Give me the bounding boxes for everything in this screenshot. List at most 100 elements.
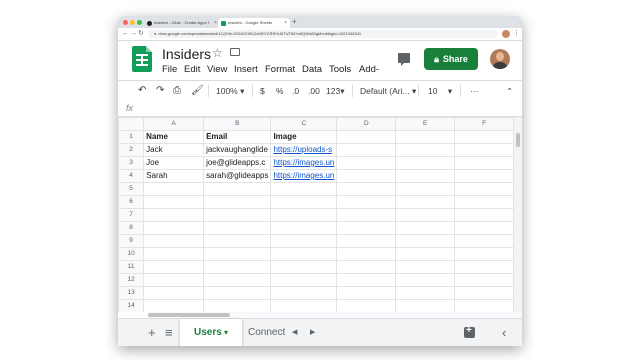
side-panel-toggle-icon[interactable]: ‹ [502,319,506,346]
cell[interactable]: Email [203,130,272,144]
close-tab-icon[interactable]: × [284,18,287,28]
cell[interactable] [454,130,514,144]
row-header[interactable]: 12 [118,273,145,287]
cell[interactable]: https://images.un [270,169,338,183]
cell[interactable] [395,156,456,170]
print-icon[interactable]: ⎙ [173,81,181,101]
cell[interactable] [270,299,338,312]
menu-data[interactable]: Data [302,64,322,75]
cell[interactable] [203,195,272,209]
cell[interactable] [395,208,456,222]
row-header[interactable]: 7 [118,208,145,222]
cell[interactable] [143,299,205,312]
all-sheets-button[interactable]: ≡ [165,319,173,346]
more-toolbar-icon[interactable]: ··· [470,81,479,101]
menu-edit[interactable]: Edit [184,64,200,75]
formula-bar[interactable]: fx [118,101,522,117]
cell[interactable] [270,221,338,235]
vertical-scrollbar[interactable] [514,117,522,312]
cell[interactable]: Jack [143,143,205,157]
sheet-tab-connect[interactable]: Connect [248,319,285,346]
more-formats-select[interactable]: 123▾ [326,81,344,101]
cell[interactable] [336,221,397,235]
row-header[interactable]: 5 [118,182,145,196]
column-header[interactable]: C [270,117,338,131]
cell[interactable] [336,260,397,274]
comment-history-icon[interactable] [398,53,410,66]
paint-format-icon[interactable]: 🖌︎ [191,81,204,101]
document-title[interactable]: Insiders [162,46,211,62]
cell[interactable] [454,208,514,222]
address-bar[interactable]: ● docs.google.com/spreadsheets/d/1C(K9b-G… [148,30,498,38]
cell[interactable]: sarah@glideapps [203,169,272,183]
cell[interactable] [395,247,456,261]
cell[interactable] [143,247,205,261]
menu-format[interactable]: Format [265,64,295,75]
cell[interactable] [270,234,338,248]
cell[interactable] [454,143,514,157]
cell[interactable]: Name [143,130,205,144]
profile-avatar[interactable] [502,30,510,38]
row-header[interactable]: 10 [118,247,145,261]
forward-arrow-icon[interactable]: → [130,29,137,39]
cell[interactable] [143,273,205,287]
reload-icon[interactable]: ↻ [138,29,144,39]
cell[interactable] [395,260,456,274]
cell[interactable] [270,260,338,274]
menu-tools[interactable]: Tools [329,64,351,75]
scroll-tabs-left-icon[interactable]: ◀ [292,319,297,346]
cell[interactable] [454,182,514,196]
cell[interactable] [336,273,397,287]
row-header[interactable]: 9 [118,234,145,248]
cell[interactable] [336,299,397,312]
select-all-corner[interactable] [118,117,145,131]
cell[interactable] [395,234,456,248]
cell[interactable] [336,286,397,300]
cell[interactable] [203,221,272,235]
cell[interactable] [143,195,205,209]
cell[interactable] [143,182,205,196]
column-header[interactable]: E [395,117,456,131]
cell[interactable]: https://uploads-s [270,143,338,157]
cell[interactable] [336,143,397,157]
cell[interactable] [203,247,272,261]
cell[interactable] [336,208,397,222]
move-folder-icon[interactable] [230,48,240,56]
cell[interactable] [270,182,338,196]
cell[interactable] [454,234,514,248]
new-tab-button[interactable]: + [292,17,297,27]
cell[interactable] [270,195,338,209]
row-header[interactable]: 2 [118,143,145,157]
cell[interactable] [270,286,338,300]
explore-icon[interactable] [464,325,475,338]
cell[interactable] [336,234,397,248]
cell[interactable] [203,260,272,274]
cell[interactable] [270,208,338,222]
cell[interactable] [395,182,456,196]
cell[interactable] [336,247,397,261]
sheet-tab-users[interactable]: Users ▾ [180,319,242,346]
minimize-window-button[interactable] [130,20,135,25]
row-header[interactable]: 1 [118,130,145,144]
cell[interactable] [336,182,397,196]
cell[interactable] [203,273,272,287]
scroll-thumb[interactable] [148,313,230,317]
percent-format-button[interactable]: % [276,81,284,101]
cell[interactable] [143,221,205,235]
zoom-select[interactable]: 100% ▾ [216,81,244,101]
undo-icon[interactable]: ↶ [138,81,146,101]
cell[interactable] [143,208,205,222]
cell[interactable] [454,247,514,261]
menu-view[interactable]: View [207,64,227,75]
cell[interactable] [395,273,456,287]
spreadsheet-grid[interactable]: A B C D E F 1 Name Email Image 2 Jack jackvaug… [118,117,514,312]
cell[interactable] [454,299,514,312]
column-header[interactable]: A [143,117,205,131]
cell[interactable] [395,195,456,209]
cell[interactable] [143,260,205,274]
row-header[interactable]: 11 [118,260,145,274]
cell[interactable] [336,169,397,183]
font-select[interactable]: Default (Ari... ▾ [360,81,416,101]
cell[interactable] [270,273,338,287]
cell[interactable]: jackvaughanglide [203,143,272,157]
